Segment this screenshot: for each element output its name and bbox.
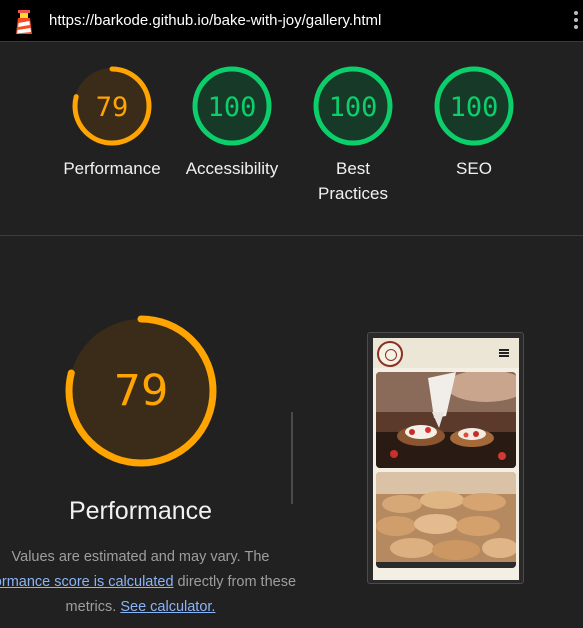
gauge-label: SEO [456,159,492,178]
gauge-ring: 100 [434,66,514,146]
hamburger-icon [499,349,509,357]
performance-title: Performance [68,497,213,525]
phone-screen [373,338,519,580]
desc-text: directly from these [173,574,297,590]
desc-text: Values are estimated and may vary. The [11,549,270,565]
score-calculated-link[interactable]: rformance score is calculated [0,574,174,590]
gauge-ring: 100 [313,66,393,146]
gauge-label: Performance [63,159,161,178]
page-url[interactable]: https://barkode.github.io/bake-with-joy/… [49,12,381,29]
performance-description: Values are estimated and may vary. The r… [0,545,321,620]
gauge-score: 100 [450,92,499,123]
gallery-photo-croissants [376,472,516,568]
site-logo [377,341,403,367]
gauge-best-practices[interactable]: 100 Best Practices [298,64,408,206]
gauge-seo[interactable]: 100 SEO [419,64,529,181]
gauge-label: Accessibility [185,159,279,178]
score-summary: 79 Performance 100 Accessibility 100 Bes… [0,42,583,236]
see-calculator-link[interactable]: See calculator. [120,599,215,615]
final-screenshot[interactable] [367,332,524,584]
gauge-performance[interactable]: 79 Performance [57,64,167,181]
gauge-accessibility[interactable]: 100 Accessibility [177,64,287,181]
url-bar: https://barkode.github.io/bake-with-joy/… [0,0,583,42]
performance-score: 79 [114,366,169,416]
gauge-score: 100 [208,92,257,123]
gauge-ring: 79 [72,66,152,146]
performance-large-gauge: 79 [65,315,217,467]
gauge-score: 79 [96,92,129,123]
site-header [373,338,519,368]
desc-text: metrics. [65,599,117,615]
gallery-photo-tarts [376,372,516,468]
divider [291,412,293,504]
gauge-label: Best Practices [318,159,388,203]
kebab-menu-icon[interactable] [573,11,579,33]
lighthouse-icon [16,10,32,34]
gauge-score: 100 [329,92,378,123]
gauge-ring: 100 [192,66,272,146]
